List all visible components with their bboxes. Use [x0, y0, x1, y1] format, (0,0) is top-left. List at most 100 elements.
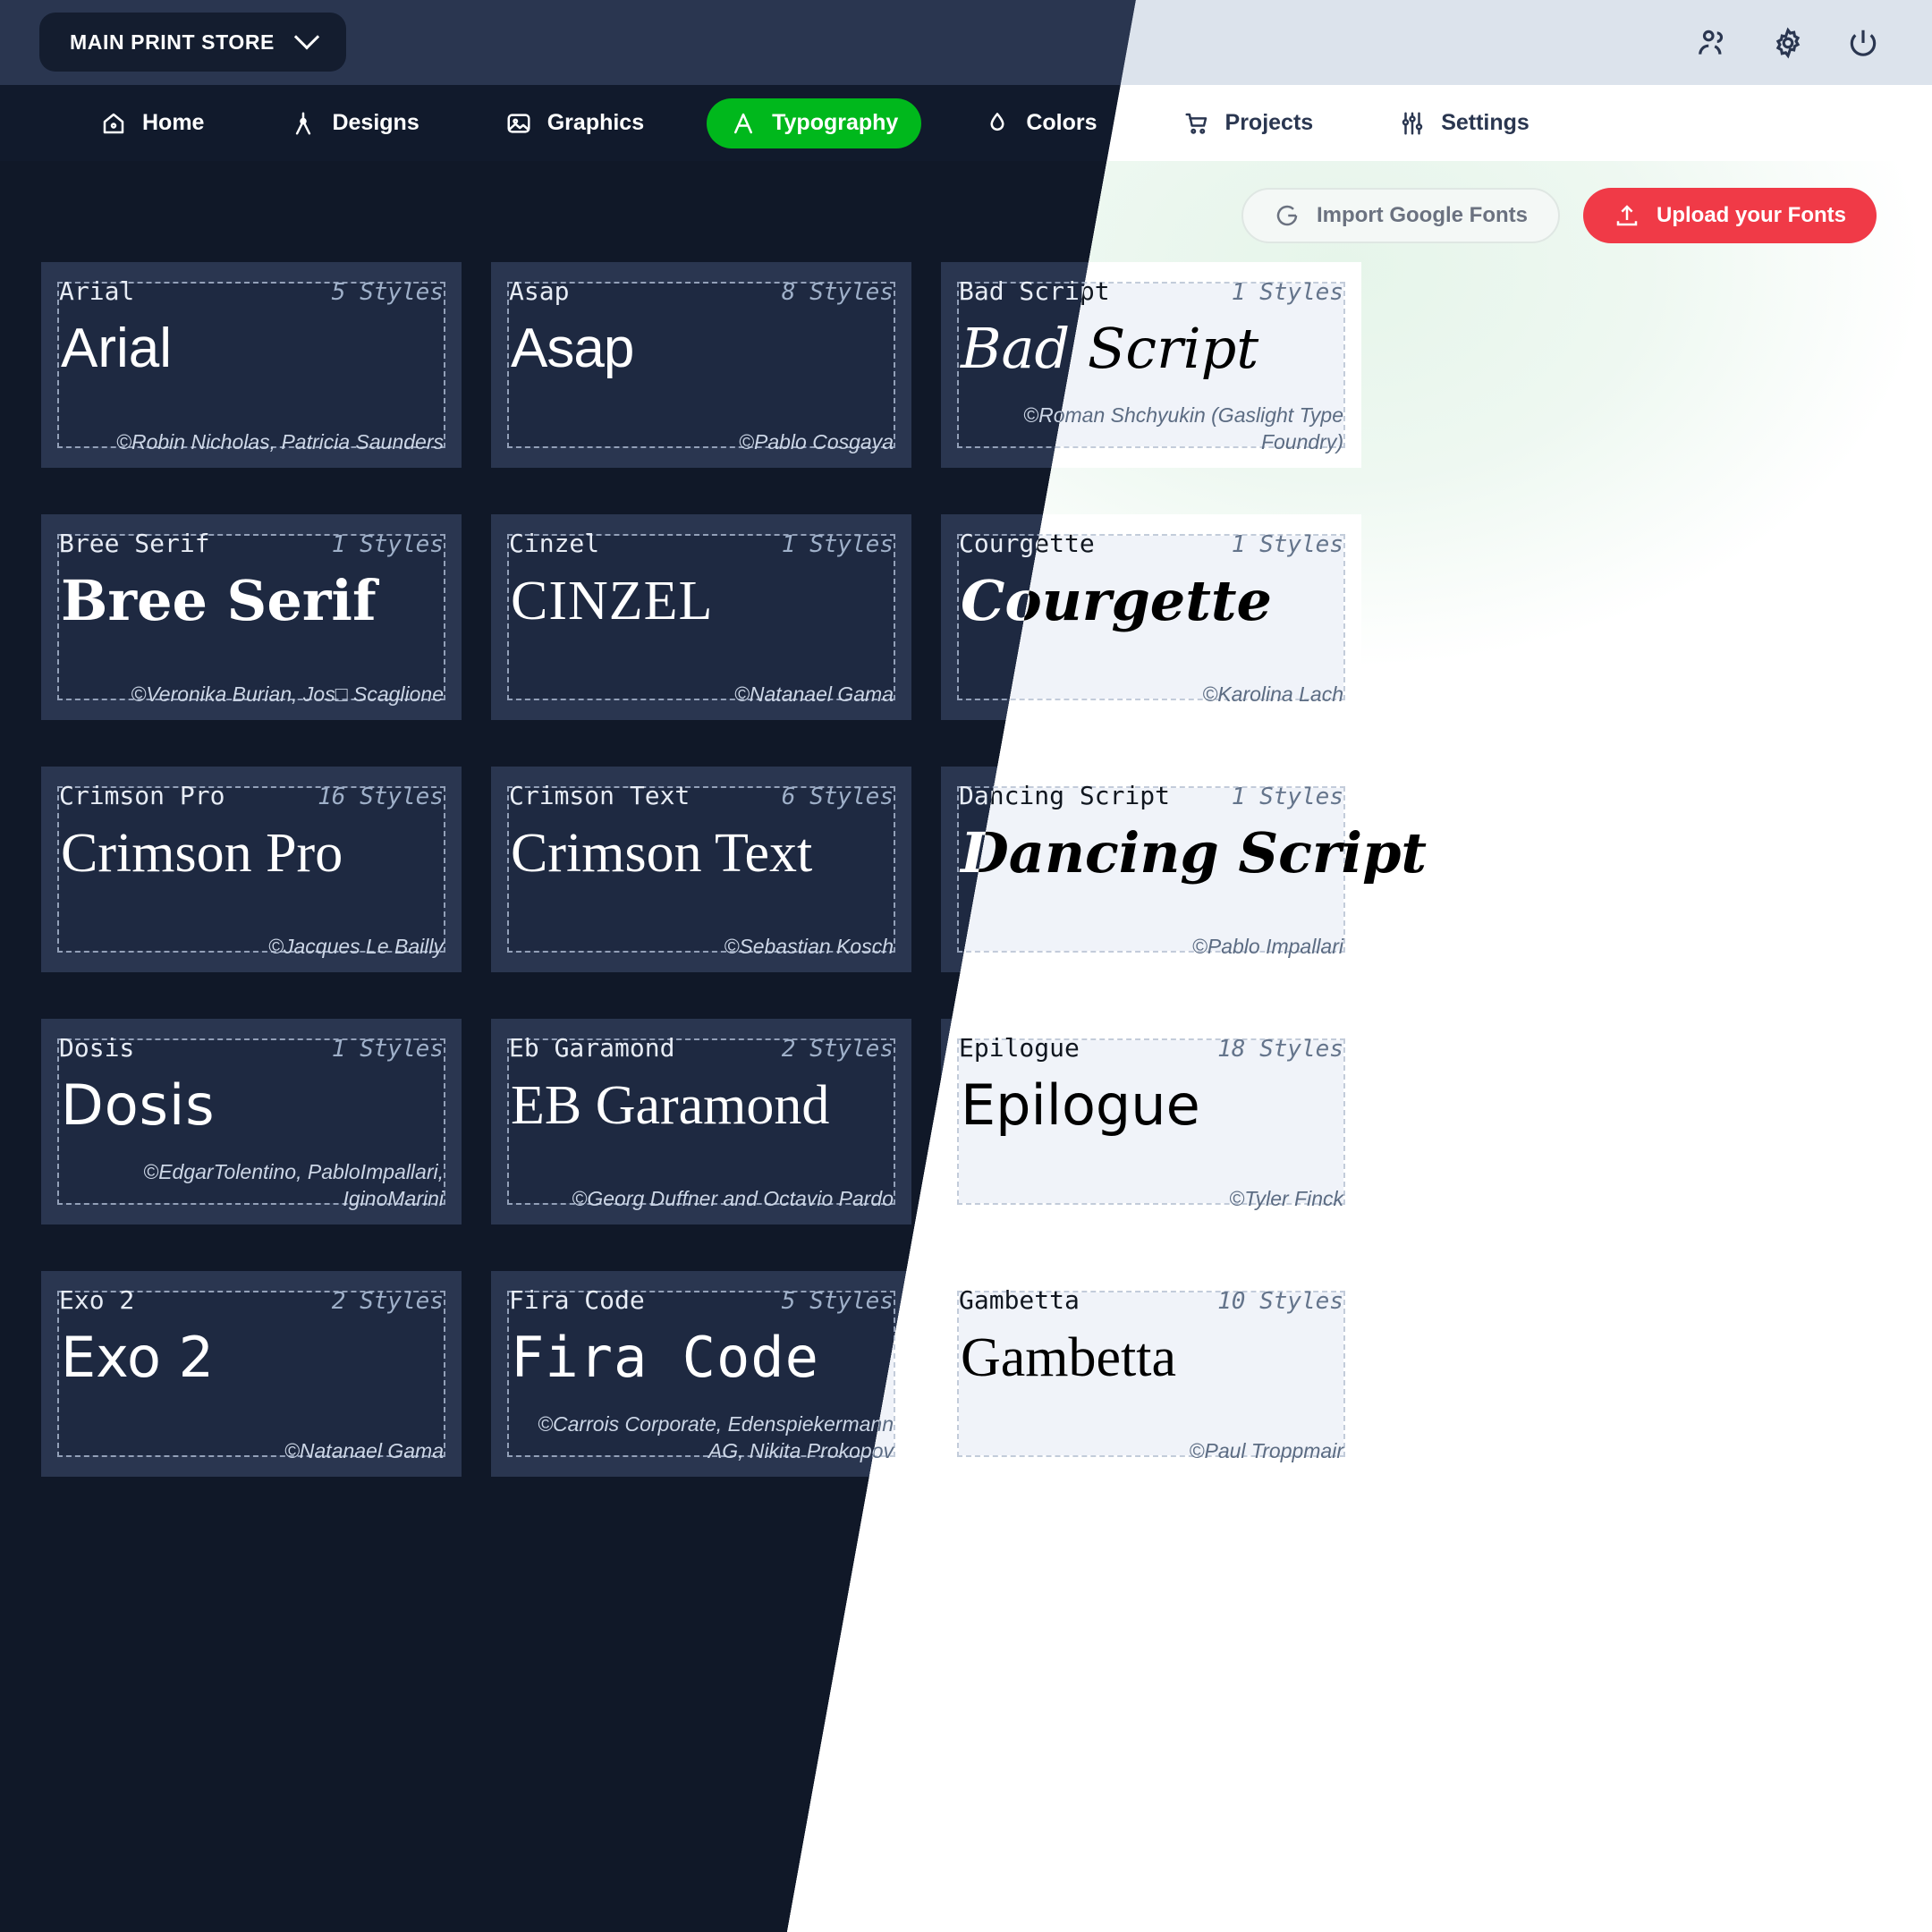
font-card-name: Arial [59, 276, 135, 306]
nav-item-label: Typography [772, 110, 899, 135]
font-card-header: Crimson Text 6 Styles [509, 781, 894, 810]
import-google-fonts-button[interactable]: Import Google Fonts [1241, 188, 1560, 243]
power-icon[interactable] [1846, 26, 1880, 60]
compass-icon [296, 112, 311, 134]
font-card-style-count: 1 Styles [1231, 531, 1343, 558]
font-card[interactable]: Cinzel 1 Styles CINZEL ©Natanael Gama [491, 514, 911, 720]
nav-item-graphics[interactable]: Graphics [482, 98, 667, 148]
font-card-style-count: 1 Styles [331, 531, 444, 558]
top-bar-icons-light [1696, 0, 1880, 85]
font-card-credit: ©Carrois Corporate, Edenspiekermann AG, … [538, 1412, 894, 1462]
font-card-sample: Gambetta [961, 1327, 1177, 1388]
font-card[interactable]: Dosis 1 Styles Dosis ©EdgarTolentino, Pablo… [41, 1019, 462, 1224]
image-icon [507, 113, 530, 133]
font-card-name: Crimson Pro [59, 781, 225, 810]
font-card-sample: Crimson Text [511, 823, 813, 884]
font-card-header: Exo 2 2 Styles [59, 1285, 444, 1315]
nav-item-label: Graphics [547, 110, 645, 135]
font-card-style-count: 1 Styles [331, 1036, 444, 1063]
sliders-icon [1402, 112, 1423, 134]
font-card-name: Gambetta [959, 1285, 1080, 1315]
font-card-name: Epilogue [959, 1033, 1080, 1063]
font-card-header: Bree Serif 1 Styles [59, 529, 444, 558]
import-google-fonts-label: Import Google Fonts [1317, 203, 1528, 227]
font-card-header: Cinzel 1 Styles [509, 529, 894, 558]
nav-item-label: Designs [332, 110, 419, 135]
font-card-name: Fira Code [509, 1285, 645, 1315]
google-g-icon [1276, 205, 1298, 226]
font-card-header: Fira Code 5 Styles [509, 1285, 894, 1315]
font-card-style-count: 6 Styles [781, 784, 894, 810]
font-card-style-count: 16 Styles [318, 784, 444, 810]
users-icon[interactable] [1696, 26, 1730, 60]
chevron-down-icon [293, 24, 320, 50]
cart-icon [1185, 113, 1207, 134]
font-card-style-count: 5 Styles [781, 1288, 894, 1315]
font-card-header: Dosis 1 Styles [59, 1033, 444, 1063]
font-card-header: Eb Garamond 2 Styles [509, 1033, 894, 1063]
store-selector-label: MAIN PRINT STORE [70, 30, 275, 54]
font-card-sample: EB Garamond [511, 1075, 830, 1136]
font-card-sample: Asap [511, 318, 634, 379]
font-card-credit: ©Georg Duffner and Octavio Pardo [572, 1186, 894, 1210]
font-card-sample: Epilogue [961, 1072, 1200, 1138]
font-card-name: Dosis [59, 1033, 135, 1063]
font-card-credit: ©Paul Troppmair [1189, 1438, 1343, 1462]
upload-your-fonts-label: Upload your Fonts [1657, 203, 1846, 227]
upload-icon [1616, 205, 1638, 226]
font-card-credit: ©Sebastian Kosch [724, 934, 894, 958]
font-card-name: Cinzel [509, 529, 600, 558]
font-card-credit: ©EdgarTolentino, PabloImpallari, IginoMa… [143, 1160, 444, 1210]
font-card-name: Crimson Text [509, 781, 691, 810]
font-card[interactable]: Epilogue 18 Styles Epilogue ©Tyler Finck [941, 1019, 1361, 1224]
font-card-credit: ©Pablo Impallari [1191, 934, 1343, 958]
font-card-header: Epilogue 18 Styles [959, 1033, 1343, 1063]
nav-item-label: Settings [1441, 110, 1530, 135]
font-card-header: Arial 5 Styles [59, 276, 444, 306]
font-card[interactable]: Fira Code 5 Styles Fira Code ©Carrois Corpo… [491, 1271, 911, 1477]
font-card-sample: Bree Serif [61, 568, 377, 633]
font-card-style-count: 1 Styles [1231, 784, 1343, 810]
font-card[interactable]: Crimson Text 6 Styles Crimson Text ©Sebasti… [491, 767, 911, 972]
droplet-icon [990, 112, 1004, 131]
font-card-header: Crimson Pro 16 Styles [59, 781, 444, 810]
upload-your-fonts-button[interactable]: Upload your Fonts [1583, 188, 1877, 243]
font-card[interactable]: Exo 2 2 Styles Exo 2 ©Natanael Gama [41, 1271, 462, 1477]
font-card[interactable]: Eb Garamond 2 Styles EB Garamond ©Georg Duf… [491, 1019, 911, 1224]
font-card-style-count: 2 Styles [781, 1036, 894, 1063]
nav-item-typography[interactable]: Typography [707, 97, 922, 148]
font-card-sample: Crimson Pro [61, 823, 343, 884]
letter-a-icon [734, 113, 753, 133]
font-card-style-count: 1 Styles [1231, 279, 1343, 306]
gear-icon[interactable] [1771, 26, 1805, 60]
font-card-sample: CINZEL [511, 571, 714, 631]
font-card[interactable]: Crimson Pro 16 Styles Crimson Pro ©Jacques … [41, 767, 462, 972]
nav-item-colors[interactable]: Colors [961, 98, 1120, 148]
font-card-sample: Arial [61, 318, 173, 379]
font-card[interactable]: Bree Serif 1 Styles Bree Serif ©Veronika Bu… [41, 514, 462, 720]
font-card-header: Dancing Script1 Styles [959, 781, 1343, 810]
font-card-style-count: 18 Styles [1217, 1036, 1343, 1063]
font-card-sample: Dancing Script [961, 820, 1428, 886]
home-icon [103, 113, 124, 133]
nav-item-projects[interactable]: Projects [1160, 98, 1337, 148]
font-card[interactable]: Dancing Script1 Styles Dancing Script ©Pab… [941, 767, 1428, 972]
font-card-credit: ©Robin Nicholas, Patricia Saunders [116, 429, 444, 453]
nav-item-home[interactable]: Home [77, 98, 227, 148]
font-card-name: Eb Garamond [509, 1033, 675, 1063]
nav-item-settings[interactable]: Settings [1376, 98, 1553, 148]
font-card[interactable]: Gambetta 10 Styles Gambetta ©Paul Troppmair [941, 1271, 1361, 1477]
font-card-style-count: 1 Styles [781, 531, 894, 558]
font-card-credit: ©Pablo Cosgaya [739, 429, 894, 453]
font-card-style-count: 8 Styles [781, 279, 894, 306]
store-selector[interactable]: MAIN PRINT STORE [39, 13, 346, 72]
font-card-name: Exo 2 [59, 1285, 135, 1315]
font-card-sample: Fira Code [511, 1325, 819, 1390]
font-actions-light: Import Google Fonts Upload your Fonts [1241, 188, 1877, 243]
font-card-name: Asap [509, 276, 570, 306]
nav-item-label: Colors [1026, 110, 1097, 135]
font-card[interactable]: Asap 8 Styles Asap ©Pablo Cosgaya [491, 262, 911, 468]
font-card[interactable]: Arial 5 Styles Arial ©Robin Nicholas, Patri… [41, 262, 462, 468]
nav-item-designs[interactable]: Designs [267, 98, 442, 148]
font-card-credit: ©Natanael Gama [284, 1438, 444, 1462]
